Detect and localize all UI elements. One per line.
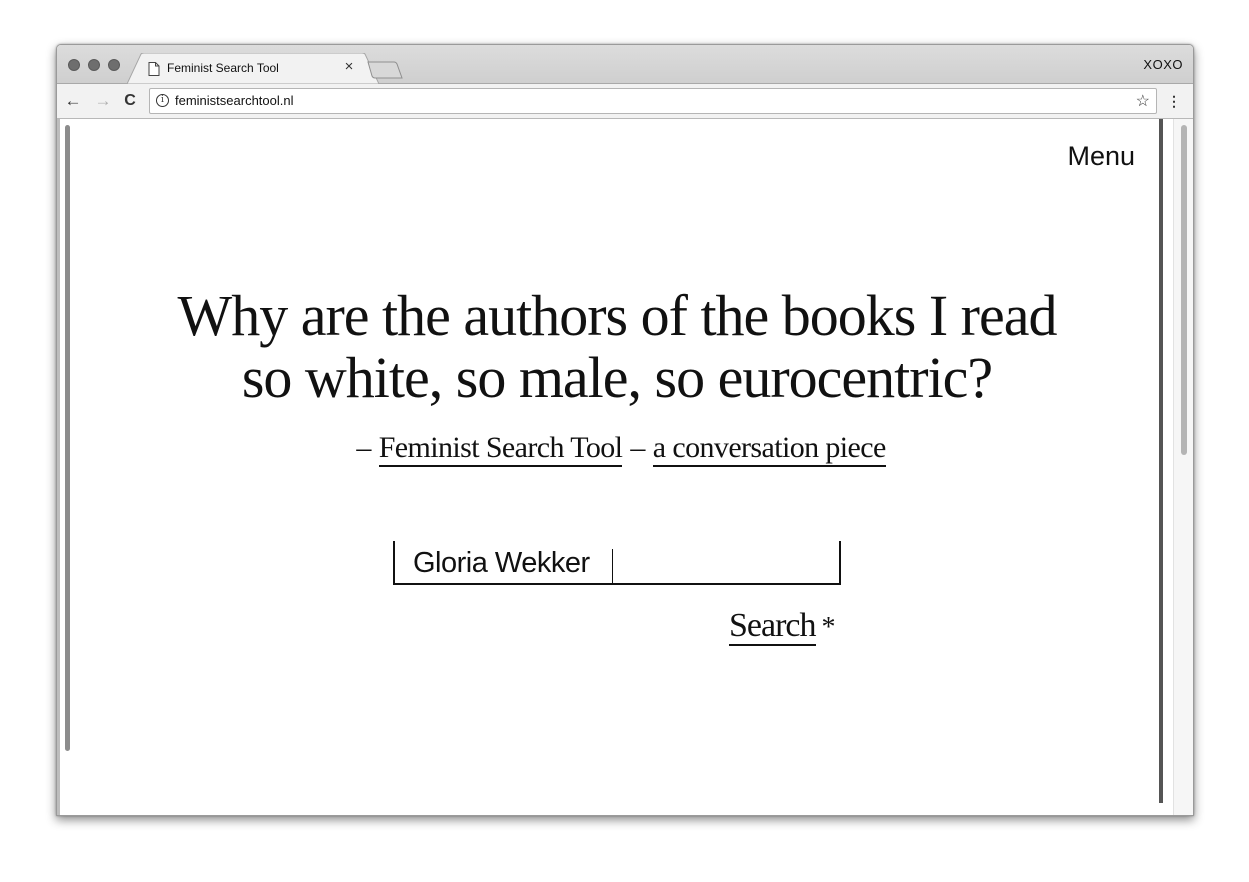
- left-edge: [57, 119, 60, 815]
- search-button[interactable]: Search *: [729, 607, 836, 646]
- page-headline: Why are the authors of the books I read …: [97, 285, 1137, 409]
- right-page-border: [1159, 119, 1163, 803]
- page-icon: [148, 62, 160, 76]
- dash-separator: –: [356, 431, 371, 464]
- scrollbar-thumb[interactable]: [1181, 125, 1187, 455]
- title-bar: Feminist Search Tool × XOXO: [57, 45, 1193, 84]
- dash-separator: –: [630, 431, 645, 464]
- tab-title: Feminist Search Tool: [167, 61, 279, 75]
- text-caret: [612, 549, 613, 583]
- close-window-button[interactable]: [68, 59, 80, 71]
- search-box[interactable]: [393, 541, 841, 585]
- left-scrollbar[interactable]: [65, 125, 70, 751]
- search-asterisk: *: [821, 612, 836, 643]
- browser-menu-icon[interactable]: ⋮: [1167, 91, 1181, 111]
- search-input[interactable]: [413, 547, 813, 579]
- minimize-window-button[interactable]: [88, 59, 100, 71]
- feminist-search-tool-link[interactable]: Feminist Search Tool: [378, 431, 623, 467]
- address-bar[interactable]: i feministsearchtool.nl ☆: [149, 88, 1157, 114]
- subtitle: – Feminist Search Tool – a conversation pie…: [97, 431, 1137, 467]
- reload-icon[interactable]: C: [120, 90, 140, 112]
- page-viewport: Menu Why are the authors of the books I …: [57, 119, 1193, 815]
- back-arrow-icon[interactable]: ←: [63, 90, 83, 112]
- conversation-piece-link[interactable]: a conversation piece: [652, 431, 886, 467]
- info-icon[interactable]: i: [156, 94, 169, 107]
- menu-link[interactable]: Menu: [1067, 141, 1135, 172]
- browser-toolbar: ← → C i feministsearchtool.nl ☆ ⋮: [57, 84, 1193, 119]
- forward-arrow-icon[interactable]: →: [93, 90, 113, 112]
- headline-line-2: so white, so male, so eurocentric?: [241, 345, 993, 410]
- new-tab-button[interactable]: [367, 61, 403, 79]
- url-text[interactable]: feministsearchtool.nl: [175, 93, 294, 108]
- profile-label[interactable]: XOXO: [1143, 57, 1183, 72]
- headline-line-1: Why are the authors of the books I read: [177, 283, 1057, 348]
- zoom-window-button[interactable]: [108, 59, 120, 71]
- bookmark-star-icon[interactable]: ☆: [1136, 91, 1150, 111]
- browser-window: Feminist Search Tool × XOXO ← → C i femi…: [56, 44, 1194, 816]
- search-button-label[interactable]: Search: [729, 607, 817, 646]
- close-tab-icon[interactable]: ×: [341, 58, 357, 75]
